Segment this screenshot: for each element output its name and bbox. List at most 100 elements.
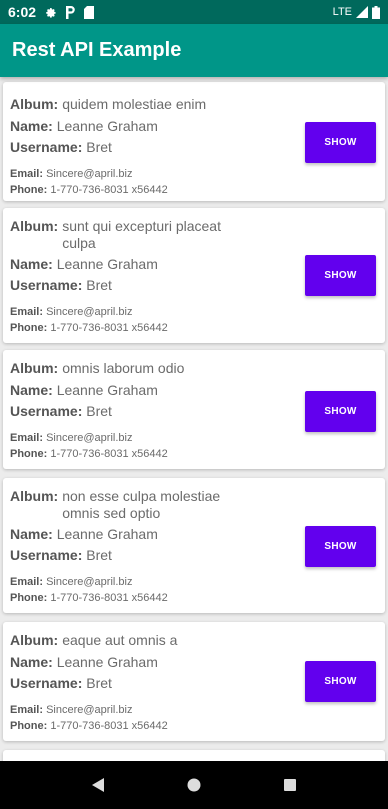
name-value: Leanne Graham	[56, 382, 158, 398]
email-row: Email: Sincere@april.biz	[10, 704, 132, 716]
album-list[interactable]: Album: quidem molestiae enim Name: Leann…	[0, 77, 388, 761]
show-button[interactable]: SHOW	[305, 122, 376, 163]
name-value: Leanne Graham	[56, 654, 158, 670]
phone-label: Phone:	[10, 184, 48, 196]
name-label: Name:	[10, 654, 53, 670]
username-value: Bret	[86, 139, 112, 155]
album-label: Album:	[10, 360, 59, 376]
album-card: Album: omnis laborum odio Name: Leanne G…	[3, 350, 385, 469]
name-row: Name: Leanne Graham	[10, 256, 158, 272]
phone-label: Phone:	[10, 720, 48, 732]
email-label: Email:	[10, 576, 44, 588]
album-label: Album:	[10, 218, 59, 234]
email-value: Sincere@april.biz	[46, 168, 133, 180]
email-label: Email:	[10, 704, 44, 716]
name-label: Name:	[10, 118, 53, 134]
phone-label: Phone:	[10, 322, 48, 334]
navigation-bar	[0, 761, 388, 809]
parking-icon	[65, 5, 76, 19]
album-title: eaque aut omnis a	[62, 632, 178, 648]
phone-value: 1-770-736-8031 x56442	[50, 322, 168, 334]
phone-row: Phone: 1-770-736-8031 x56442	[10, 184, 168, 196]
name-label: Name:	[10, 526, 53, 542]
name-value: Leanne Graham	[56, 256, 158, 272]
name-row: Name: Leanne Graham	[10, 118, 158, 134]
album-card: Album: eaque aut omnis a Name: Leanne Gr…	[3, 622, 385, 741]
album-label: Album:	[10, 632, 59, 648]
email-row: Email: Sincere@april.biz	[10, 432, 132, 444]
show-button[interactable]: SHOW	[305, 255, 376, 296]
app-title: Rest API Example	[12, 39, 182, 61]
username-value: Bret	[86, 675, 112, 691]
name-row: Name: Leanne Graham	[10, 526, 158, 542]
phone-row: Phone: 1-770-736-8031 x56442	[10, 592, 168, 604]
username-label: Username:	[10, 403, 83, 419]
phone-row: Phone: 1-770-736-8031 x56442	[10, 720, 168, 732]
name-label: Name:	[10, 256, 53, 272]
email-row: Email: Sincere@april.biz	[10, 306, 132, 318]
username-row: Username: Bret	[10, 277, 112, 293]
album-title: sunt qui excepturi placeat culpa	[62, 218, 221, 251]
name-value: Leanne Graham	[56, 526, 158, 542]
name-label: Name:	[10, 382, 53, 398]
album-card: Album: quidem molestiae enim Name: Leann…	[3, 82, 385, 201]
username-row: Username: Bret	[10, 547, 112, 563]
phone-value: 1-770-736-8031 x56442	[50, 184, 168, 196]
username-label: Username:	[10, 277, 83, 293]
album-card: Album: sunt qui excepturi placeat culpa …	[3, 208, 385, 343]
email-value: Sincere@april.biz	[46, 306, 133, 318]
home-icon[interactable]	[170, 761, 218, 809]
email-value: Sincere@april.biz	[46, 704, 133, 716]
app-bar: Rest API Example	[0, 24, 388, 77]
phone-label: Phone:	[10, 448, 48, 460]
username-row: Username: Bret	[10, 675, 112, 691]
signal-icon	[356, 6, 368, 18]
show-button[interactable]: SHOW	[305, 661, 376, 702]
username-value: Bret	[86, 547, 112, 563]
network-type: LTE	[332, 6, 352, 18]
username-label: Username:	[10, 547, 83, 563]
back-icon[interactable]	[74, 761, 122, 809]
username-label: Username:	[10, 139, 83, 155]
status-time: 6:02	[8, 4, 37, 20]
email-row: Email: Sincere@april.biz	[10, 576, 132, 588]
username-row: Username: Bret	[10, 403, 112, 419]
recents-icon[interactable]	[266, 761, 314, 809]
album-card-partial	[3, 750, 385, 761]
album-title: non esse culpa molestiae omnis sed optio	[62, 488, 221, 521]
name-row: Name: Leanne Graham	[10, 382, 158, 398]
album-row: Album: non esse culpa molestiae omnis se…	[10, 488, 235, 522]
email-label: Email:	[10, 306, 44, 318]
name-value: Leanne Graham	[56, 118, 158, 134]
name-row: Name: Leanne Graham	[10, 654, 158, 670]
phone-value: 1-770-736-8031 x56442	[50, 720, 168, 732]
phone-value: 1-770-736-8031 x56442	[50, 592, 168, 604]
album-title: quidem molestiae enim	[62, 96, 207, 112]
show-button[interactable]: SHOW	[305, 391, 376, 432]
phone-row: Phone: 1-770-736-8031 x56442	[10, 448, 168, 460]
album-card: Album: non esse culpa molestiae omnis se…	[3, 478, 385, 613]
album-row: Album: quidem molestiae enim	[10, 96, 235, 113]
album-row: Album: eaque aut omnis a	[10, 632, 235, 649]
sd-card-icon	[84, 5, 95, 19]
username-label: Username:	[10, 675, 83, 691]
show-button[interactable]: SHOW	[305, 526, 376, 567]
email-row: Email: Sincere@april.biz	[10, 168, 132, 180]
username-value: Bret	[86, 277, 112, 293]
battery-icon	[372, 5, 380, 19]
email-value: Sincere@april.biz	[46, 432, 133, 444]
album-label: Album:	[10, 96, 59, 112]
phone-label: Phone:	[10, 592, 48, 604]
phone-value: 1-770-736-8031 x56442	[50, 448, 168, 460]
phone-row: Phone: 1-770-736-8031 x56442	[10, 322, 168, 334]
status-bar: 6:02 LTE	[0, 0, 388, 24]
username-value: Bret	[86, 403, 112, 419]
settings-icon	[44, 6, 57, 19]
album-label: Album:	[10, 488, 59, 504]
email-label: Email:	[10, 168, 44, 180]
email-value: Sincere@april.biz	[46, 576, 133, 588]
album-row: Album: omnis laborum odio	[10, 360, 235, 377]
email-label: Email:	[10, 432, 44, 444]
album-title: omnis laborum odio	[62, 360, 185, 376]
username-row: Username: Bret	[10, 139, 112, 155]
